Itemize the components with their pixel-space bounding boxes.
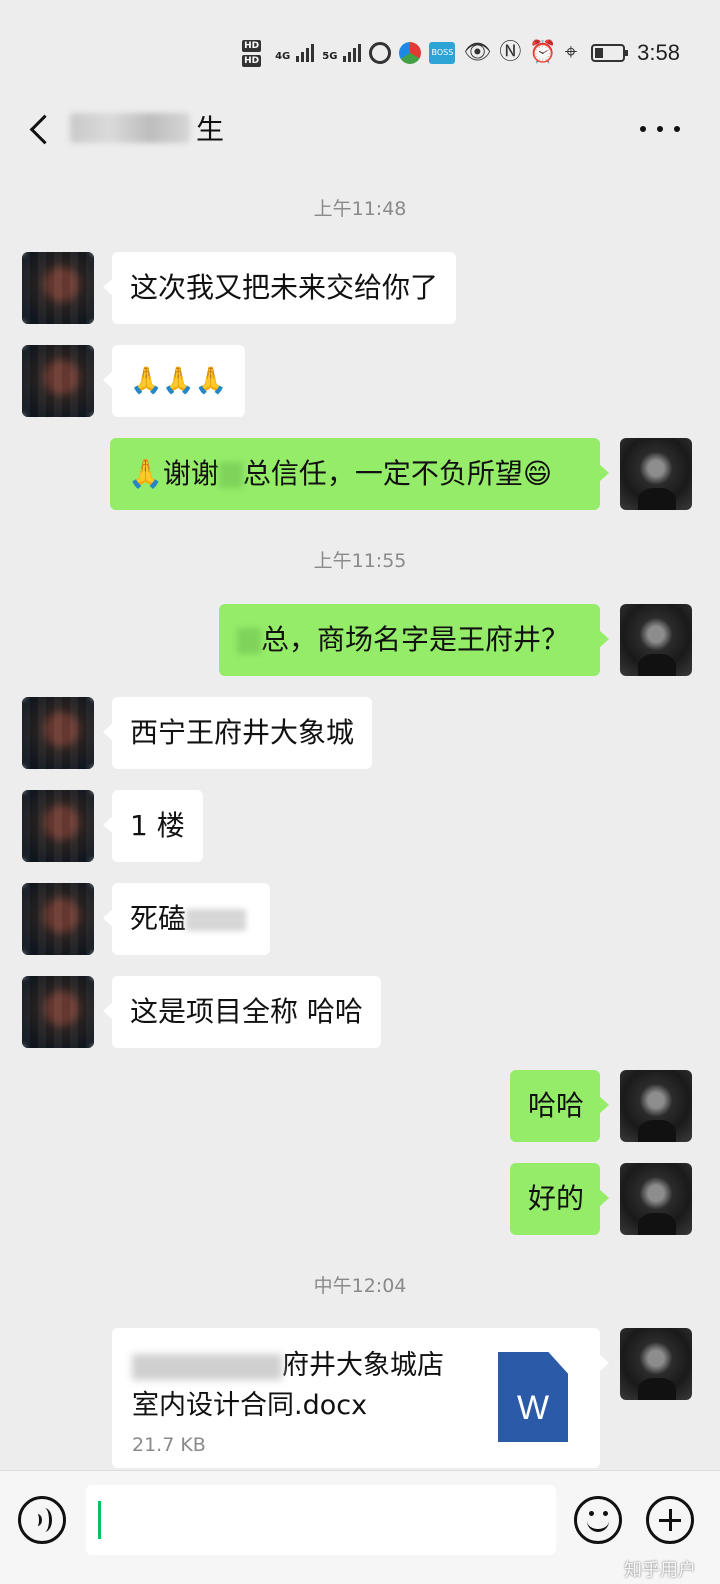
watermark: 知乎用户 — [624, 1560, 696, 1581]
file-message[interactable]: 府井大象城店 室内设计合同.docx 21.7 KB W — [112, 1328, 609, 1468]
file-name: 府井大象城店 室内设计合同.docx — [132, 1350, 444, 1421]
redacted-text — [132, 1353, 282, 1380]
contact-avatar[interactable] — [22, 252, 94, 324]
app-notification-icon — [369, 42, 392, 64]
my-avatar[interactable] — [620, 1070, 692, 1142]
contact-avatar[interactable] — [22, 697, 94, 769]
contact-avatar[interactable] — [22, 790, 94, 862]
chat-title: 生 — [70, 108, 224, 148]
location-icon: ⌖ — [564, 40, 578, 65]
message-timestamp: 上午11:55 — [313, 550, 407, 572]
sent-message[interactable]: 哈哈 — [510, 1070, 609, 1142]
emoji-icon[interactable] — [574, 1496, 622, 1544]
redacted-text — [186, 909, 247, 931]
sent-message[interactable]: 🙏谢谢 总信任，一定不负所望😄 — [110, 438, 609, 510]
message-text: 总信任，一定不负所望 — [242, 457, 523, 490]
grin-emoji: 😄 — [522, 457, 553, 490]
message-input[interactable] — [86, 1485, 556, 1555]
received-message[interactable]: 🙏🙏🙏 — [102, 345, 246, 417]
redacted-name — [70, 113, 190, 143]
signal-4g-icon: 4G — [275, 44, 315, 62]
received-message[interactable]: 1 楼 — [103, 790, 203, 862]
message-text: 总，商场名字是王府井？ — [261, 623, 570, 656]
eye-icon: 👁 — [463, 40, 492, 65]
text-cursor — [98, 1501, 101, 1539]
boss-app-icon: BOSS — [429, 42, 456, 64]
file-size: 21.7 KB — [132, 1434, 206, 1456]
redacted-text — [237, 628, 261, 654]
more-options-icon[interactable] — [640, 114, 680, 144]
my-avatar[interactable] — [620, 438, 692, 510]
browser-notification-icon — [399, 42, 422, 64]
message-text: 🙏谢谢 — [128, 457, 219, 490]
message-timestamp: 中午12:04 — [313, 1275, 407, 1297]
chat-header: 生 — [0, 100, 720, 170]
contact-avatar[interactable] — [22, 345, 94, 417]
word-document-icon: W — [498, 1352, 568, 1442]
nfc-icon: Ⓝ — [499, 40, 522, 65]
contact-avatar[interactable] — [22, 883, 94, 955]
signal-5g-icon: 5G — [322, 44, 362, 62]
voice-input-icon[interactable] — [18, 1496, 66, 1544]
message-text: 死磕 — [130, 902, 187, 935]
battery-icon — [591, 44, 629, 62]
my-avatar[interactable] — [620, 604, 692, 676]
sent-message[interactable]: 总，商场名字是王府井？ — [219, 604, 609, 676]
received-message[interactable]: 这次我又把未来交给你了 — [102, 252, 457, 324]
my-avatar[interactable] — [620, 1163, 692, 1235]
sent-message[interactable]: 好的 — [510, 1163, 609, 1235]
received-message[interactable]: 死磕 — [103, 883, 270, 955]
chat-title-text: 生 — [196, 113, 225, 146]
clock: 3:58 — [637, 40, 680, 65]
message-timestamp: 上午11:48 — [313, 198, 407, 220]
back-arrow-icon[interactable] — [22, 110, 62, 150]
contact-avatar[interactable] — [22, 976, 94, 1048]
status-bar: HD HD 4G 5G BOSS 👁 Ⓝ ⏰ ⌖ 3:58 — [0, 0, 720, 100]
received-message[interactable]: 这是项目全称 哈哈 — [103, 976, 381, 1048]
chat-input-bar — [0, 1470, 720, 1584]
received-message[interactable]: 西宁王府井大象城 — [102, 697, 373, 769]
my-avatar[interactable] — [620, 1328, 692, 1400]
alarm-icon: ⏰ — [529, 40, 557, 65]
plus-icon[interactable] — [646, 1496, 694, 1544]
redacted-text — [218, 462, 243, 488]
hd-voice-indicator: HD HD — [242, 39, 262, 67]
